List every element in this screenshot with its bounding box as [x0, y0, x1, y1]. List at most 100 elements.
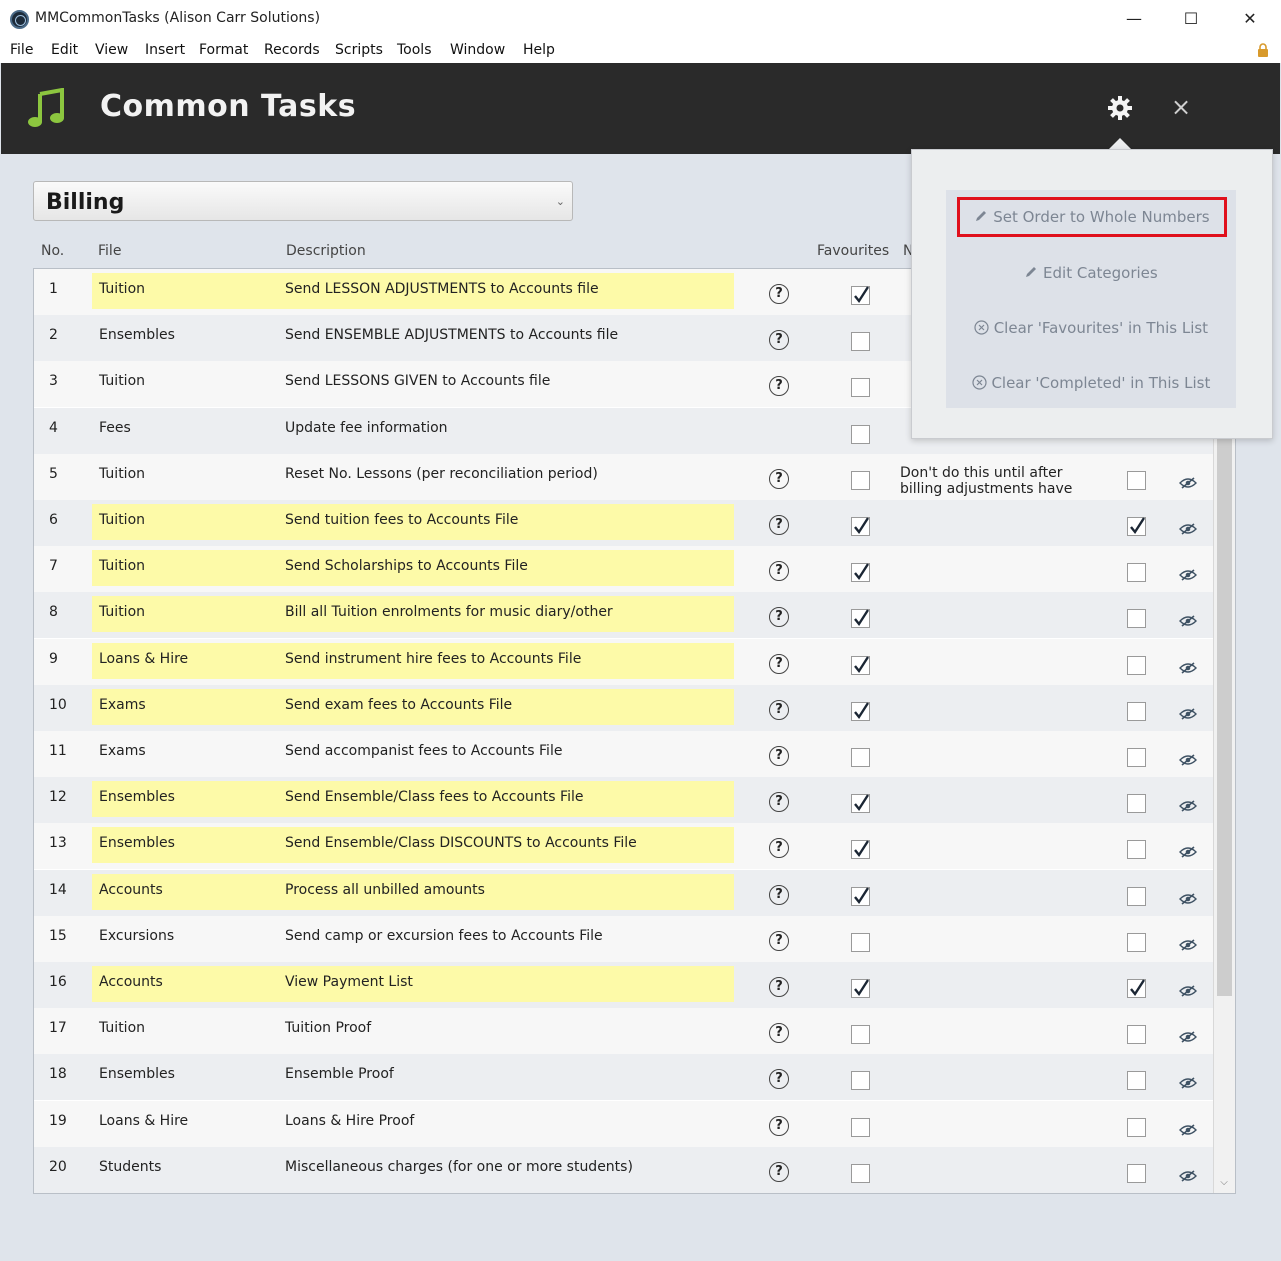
favourite-checkbox[interactable] — [851, 378, 870, 398]
completed-checkbox[interactable] — [1127, 886, 1146, 906]
row-description[interactable]: Bill all Tuition enrolments for music di… — [285, 604, 613, 620]
table-row[interactable]: 8 Tuition Bill all Tuition enrolments for … — [34, 592, 1214, 639]
completed-checkbox[interactable] — [1127, 794, 1146, 814]
table-row[interactable]: 19 Loans & Hire Loans & Hire Proof? — [34, 1100, 1214, 1147]
help-icon[interactable]: ? — [769, 653, 789, 674]
close-window-button[interactable]: ✕ — [1230, 6, 1270, 32]
help-icon[interactable]: ? — [769, 699, 789, 720]
completed-checkbox[interactable] — [1127, 517, 1146, 536]
row-description[interactable]: Send LESSON ADJUSTMENTS to Accounts file — [285, 281, 599, 297]
favourite-checkbox[interactable] — [851, 609, 870, 629]
row-description[interactable]: Send accompanist fees to Accounts File — [285, 743, 562, 759]
menu-file[interactable]: File — [10, 42, 33, 58]
help-icon[interactable]: ? — [769, 1069, 789, 1090]
favourite-checkbox[interactable] — [851, 701, 870, 721]
row-description[interactable]: Ensemble Proof — [285, 1066, 394, 1082]
row-description[interactable]: Send camp or excursion fees to Accounts … — [285, 928, 603, 944]
table-row[interactable]: 11 Exams Send accompanist fees to Accounts… — [34, 731, 1214, 777]
completed-checkbox[interactable] — [1127, 979, 1146, 998]
menu-edit[interactable]: Edit — [51, 42, 78, 58]
maximize-button[interactable]: ☐ — [1171, 6, 1211, 32]
table-row[interactable]: 7 Tuition Send Scholarships to Accounts Fi… — [34, 546, 1214, 593]
menu-item-edit-categories[interactable]: Edit Categories — [946, 264, 1236, 282]
menu-tools[interactable]: Tools — [397, 42, 432, 58]
help-icon[interactable]: ? — [769, 561, 789, 582]
hide-eye-icon[interactable] — [1179, 705, 1197, 724]
hide-eye-icon[interactable] — [1179, 936, 1197, 955]
completed-checkbox[interactable] — [1127, 701, 1146, 721]
favourite-checkbox[interactable] — [851, 424, 870, 444]
hide-eye-icon[interactable] — [1179, 1074, 1197, 1093]
table-row[interactable]: 12 Ensembles Send Ensemble/Class fees to A… — [34, 777, 1214, 824]
row-description[interactable]: Send instrument hire fees to Accounts Fi… — [285, 651, 581, 667]
favourite-checkbox[interactable] — [851, 1071, 870, 1091]
close-icon[interactable]: × — [1171, 94, 1191, 120]
row-description[interactable]: Tuition Proof — [285, 1020, 371, 1036]
completed-checkbox[interactable] — [1127, 840, 1146, 860]
favourite-checkbox[interactable] — [851, 748, 870, 767]
hide-eye-icon[interactable] — [1179, 797, 1197, 816]
hide-eye-icon[interactable] — [1179, 474, 1197, 493]
table-row[interactable]: 6 Tuition Send tuition fees to Accounts Fi… — [34, 500, 1214, 546]
hide-eye-icon[interactable] — [1179, 612, 1197, 631]
help-icon[interactable]: ? — [769, 468, 789, 489]
help-icon[interactable]: ? — [769, 284, 789, 304]
completed-checkbox[interactable] — [1127, 932, 1146, 952]
help-icon[interactable]: ? — [769, 1115, 789, 1136]
favourite-checkbox[interactable] — [851, 332, 870, 352]
help-icon[interactable]: ? — [769, 792, 789, 813]
favourite-checkbox[interactable] — [851, 563, 870, 583]
favourite-checkbox[interactable] — [851, 655, 870, 675]
row-description[interactable]: Miscellaneous charges (for one or more s… — [285, 1159, 633, 1175]
hide-eye-icon[interactable] — [1179, 1028, 1197, 1047]
menu-view[interactable]: View — [95, 42, 128, 58]
help-icon[interactable]: ? — [769, 746, 789, 766]
favourite-checkbox[interactable] — [851, 840, 870, 860]
completed-checkbox[interactable] — [1127, 748, 1146, 767]
hide-eye-icon[interactable] — [1179, 659, 1197, 678]
hide-eye-icon[interactable] — [1179, 566, 1197, 585]
favourite-checkbox[interactable] — [851, 1025, 870, 1045]
hide-eye-icon[interactable] — [1179, 843, 1197, 862]
row-description[interactable]: View Payment List — [285, 974, 413, 990]
menu-item-set-order[interactable]: Set Order to Whole Numbers — [957, 197, 1227, 237]
help-icon[interactable]: ? — [769, 977, 789, 997]
completed-checkbox[interactable] — [1127, 609, 1146, 629]
favourite-checkbox[interactable] — [851, 1163, 870, 1183]
completed-checkbox[interactable] — [1127, 470, 1146, 490]
completed-checkbox[interactable] — [1127, 563, 1146, 583]
row-description[interactable]: Send Scholarships to Accounts File — [285, 558, 528, 574]
row-notes[interactable]: Don't do this until after billing adjust… — [900, 465, 1100, 497]
hide-eye-icon[interactable] — [1179, 520, 1197, 539]
table-row[interactable]: 15 Excursions Send camp or excursion fees … — [34, 915, 1214, 962]
completed-checkbox[interactable] — [1127, 1025, 1146, 1045]
menu-item-clear-favourites[interactable]: Clear 'Favourites' in This List — [946, 319, 1236, 337]
scroll-down-icon[interactable]: ⌵ — [1214, 1174, 1234, 1192]
row-description[interactable]: Send Ensemble/Class DISCOUNTS to Account… — [285, 835, 637, 851]
table-row[interactable]: 16 Accounts View Payment List? — [34, 962, 1214, 1008]
hide-eye-icon[interactable] — [1179, 890, 1197, 909]
table-row[interactable]: 14 Accounts Process all unbilled amounts? — [34, 869, 1214, 916]
hide-eye-icon[interactable] — [1179, 751, 1197, 770]
completed-checkbox[interactable] — [1127, 655, 1146, 675]
table-row[interactable]: 13 Ensembles Send Ensemble/Class DISCOUNTS… — [34, 823, 1214, 870]
hide-eye-icon[interactable] — [1179, 1167, 1197, 1186]
hide-eye-icon[interactable] — [1179, 1121, 1197, 1140]
favourite-checkbox[interactable] — [851, 932, 870, 952]
menu-records[interactable]: Records — [264, 42, 320, 58]
menu-scripts[interactable]: Scripts — [335, 42, 383, 58]
table-row[interactable]: 9 Loans & Hire Send instrument hire fees t… — [34, 638, 1214, 685]
row-description[interactable]: Process all unbilled amounts — [285, 882, 485, 898]
row-description[interactable]: Send tuition fees to Accounts File — [285, 512, 518, 528]
help-icon[interactable]: ? — [769, 515, 789, 535]
help-icon[interactable]: ? — [769, 376, 789, 397]
completed-checkbox[interactable] — [1127, 1163, 1146, 1183]
favourite-checkbox[interactable] — [851, 1117, 870, 1137]
help-icon[interactable]: ? — [769, 884, 789, 905]
favourite-checkbox[interactable] — [851, 517, 870, 536]
menu-window[interactable]: Window — [450, 42, 505, 58]
row-description[interactable]: Update fee information — [285, 420, 448, 436]
minimize-button[interactable]: — — [1114, 6, 1154, 32]
help-icon[interactable]: ? — [769, 1023, 789, 1044]
hide-eye-icon[interactable] — [1179, 982, 1197, 1001]
